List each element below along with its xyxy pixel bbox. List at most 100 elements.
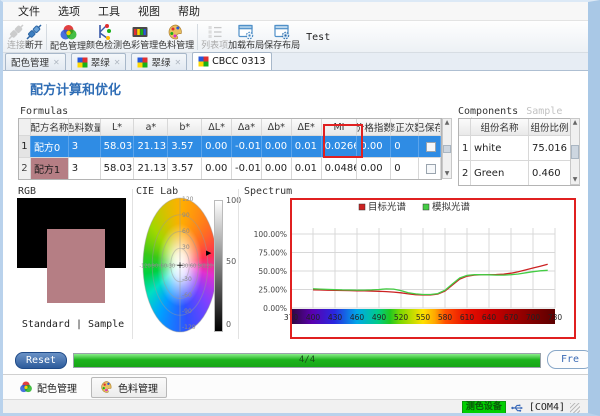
toolbar-button-label: 配色管理 bbox=[50, 42, 86, 52]
plug-gray-icon bbox=[7, 23, 25, 41]
tab-翠绿[interactable]: 翠绿✕ bbox=[131, 53, 187, 70]
tab-close-icon[interactable]: ✕ bbox=[174, 58, 181, 67]
cell: 配方1 bbox=[31, 158, 69, 179]
toolbar-button-配色管理[interactable]: 配色管理 bbox=[50, 22, 86, 52]
save-layout-icon bbox=[273, 23, 291, 41]
svg-text:120: 120 bbox=[203, 264, 213, 270]
bottom-tab-label: 配色管理 bbox=[37, 380, 77, 395]
resize-grip[interactable] bbox=[570, 403, 580, 413]
table-row[interactable]: 1配方0358.0321.133.570.00-0.010.000.010.02… bbox=[19, 135, 441, 157]
scroll-down-icon[interactable]: ▼ bbox=[573, 176, 578, 184]
svg-text:60: 60 bbox=[182, 228, 190, 235]
tab-配色管理[interactable]: 配色管理✕ bbox=[5, 53, 66, 70]
toolbar-button-label: 保存布局 bbox=[264, 41, 300, 51]
cell: 3 bbox=[69, 136, 101, 157]
toolbar-button-加载布局[interactable]: 加载布局 bbox=[228, 22, 264, 52]
plug-blue-icon bbox=[25, 23, 43, 41]
svg-text:490: 490 bbox=[372, 313, 387, 322]
palette-icon bbox=[100, 380, 114, 394]
toolbar-button-保存布局[interactable]: 保存布局 bbox=[264, 22, 300, 52]
scroll-down-icon[interactable]: ▼ bbox=[445, 170, 450, 178]
formulas-scrollbar[interactable]: ▲▼ bbox=[442, 118, 452, 179]
saved-checkbox[interactable] bbox=[426, 164, 436, 174]
svg-text:-90: -90 bbox=[150, 264, 158, 270]
lightness-label-0: 0 bbox=[226, 320, 231, 329]
svg-text:-60: -60 bbox=[159, 264, 167, 270]
progress-text: 4/4 bbox=[74, 355, 540, 365]
components-scrollbar[interactable]: ▲▼ bbox=[570, 118, 580, 185]
column-header-配方名称[interactable]: 配方名称 bbox=[31, 119, 69, 135]
svg-text:730: 730 bbox=[548, 313, 563, 322]
saved-checkbox[interactable] bbox=[426, 142, 436, 152]
toolbar-button-Test[interactable]: Test bbox=[300, 32, 336, 43]
fre-button[interactable]: Fre bbox=[547, 350, 593, 369]
reset-button[interactable]: Reset bbox=[15, 352, 67, 369]
svg-text:25.00%: 25.00% bbox=[258, 286, 287, 295]
svg-text:670: 670 bbox=[504, 313, 519, 322]
component-row[interactable]: 1white75.016 bbox=[459, 135, 579, 160]
toolbar-button-label: 色料管理 bbox=[158, 41, 194, 51]
menu-item-帮助[interactable]: 帮助 bbox=[169, 1, 209, 21]
scroll-up-icon[interactable]: ▲ bbox=[445, 119, 450, 127]
menu-item-选项[interactable]: 选项 bbox=[49, 1, 89, 21]
svg-text:75.00%: 75.00% bbox=[258, 249, 287, 258]
components-tab-label[interactable]: Components bbox=[458, 106, 518, 117]
menu-item-工具[interactable]: 工具 bbox=[89, 1, 129, 21]
rgb-venn-icon bbox=[19, 380, 33, 394]
bottom-tab-色料管理[interactable]: 色料管理 bbox=[91, 377, 167, 398]
column-header-修正次数[interactable]: 修正次数 bbox=[391, 119, 419, 135]
column-header-a*[interactable]: a* bbox=[134, 119, 168, 135]
color-detect-icon bbox=[95, 23, 113, 41]
tab-翠绿[interactable]: 翠绿✕ bbox=[71, 53, 127, 70]
svg-text:模拟光谱: 模拟光谱 bbox=[432, 201, 471, 213]
column-header-MI[interactable]: MI bbox=[322, 119, 358, 135]
column-header-价格指数[interactable]: 价格指数 bbox=[357, 119, 391, 135]
cell: -0.01 bbox=[232, 136, 262, 157]
column-header-色料数量[interactable]: 色料数量 bbox=[69, 119, 101, 135]
menu-item-视图[interactable]: 视图 bbox=[129, 1, 169, 21]
formulas-table[interactable]: 配方名称色料数量L*a*b*ΔL*Δa*Δb*ΔE*MI价格指数修正次数已保存1… bbox=[18, 118, 442, 180]
scroll-thumb[interactable] bbox=[443, 145, 451, 153]
toolbar-button-连接: 连接 bbox=[7, 22, 25, 52]
column-header-b*[interactable]: b* bbox=[168, 119, 202, 135]
column-header-ΔE*[interactable]: ΔE* bbox=[292, 119, 322, 135]
lightness-marker-icon[interactable]: ▶ bbox=[206, 249, 211, 257]
document-tab-bar: 配色管理✕ 翠绿✕翠绿✕ CBCC 0313 bbox=[3, 53, 588, 71]
column-header-L*[interactable]: L* bbox=[101, 119, 135, 135]
toolbar-button-色彩管理[interactable]: 色彩管理 bbox=[122, 22, 158, 52]
svg-text:700: 700 bbox=[526, 313, 541, 322]
cell: 3.57 bbox=[168, 136, 202, 157]
tab-close-icon[interactable]: ✕ bbox=[114, 58, 121, 67]
toolbar-separator bbox=[46, 24, 47, 50]
component-row[interactable]: 2Green0.460 bbox=[459, 160, 579, 185]
svg-text:610: 610 bbox=[460, 313, 475, 322]
cell: 0.00 bbox=[262, 136, 292, 157]
toolbar-button-颜色检测[interactable]: 颜色检测 bbox=[86, 22, 122, 52]
toolbar-button-列表项: 列表项 bbox=[201, 22, 228, 52]
toolbar-button-断开[interactable]: 断开 bbox=[25, 22, 43, 52]
menu-item-文件[interactable]: 文件 bbox=[9, 1, 49, 21]
column-header-组份名称[interactable]: 组份名称 bbox=[471, 119, 529, 135]
svg-text:50.00%: 50.00% bbox=[258, 267, 287, 276]
toolbar: 连接断开配色管理颜色检测色彩管理色料管理列表项加载布局保存布局Test bbox=[3, 21, 588, 53]
scroll-thumb[interactable] bbox=[571, 145, 579, 159]
column-header-Δa*[interactable]: Δa* bbox=[232, 119, 262, 135]
page-title: 配方计算和优化 bbox=[30, 79, 121, 98]
scroll-up-icon[interactable]: ▲ bbox=[573, 119, 578, 127]
column-header-已保存[interactable]: 已保存 bbox=[419, 119, 441, 135]
bottom-tab-配色管理[interactable]: 配色管理 bbox=[11, 377, 85, 398]
toolbar-button-色料管理[interactable]: 色料管理 bbox=[158, 22, 194, 52]
formulas-header-row: 配方名称色料数量L*a*b*ΔL*Δa*Δb*ΔE*MI价格指数修正次数已保存 bbox=[19, 119, 441, 135]
tab-close-icon[interactable]: ✕ bbox=[53, 58, 60, 67]
svg-text:0.00%: 0.00% bbox=[263, 304, 287, 313]
app-window: 文件选项工具视图帮助 连接断开配色管理颜色检测色彩管理色料管理列表项加载布局保存… bbox=[0, 0, 600, 416]
components-table[interactable]: 组份名称组份比例1white75.0162Green0.460 bbox=[458, 118, 580, 186]
rgb-venn-icon bbox=[59, 23, 78, 42]
tab-CBCC 0313[interactable]: CBCC 0313 bbox=[192, 52, 271, 70]
column-header-Δb*[interactable]: Δb* bbox=[262, 119, 292, 135]
column-header-ΔL*[interactable]: ΔL* bbox=[202, 119, 232, 135]
cell: 3 bbox=[69, 158, 101, 179]
table-row[interactable]: 2配方1358.0321.133.570.00-0.010.000.010.04… bbox=[19, 157, 441, 179]
column-header-组份比例[interactable]: 组份比例 bbox=[529, 119, 571, 135]
cell: 3.57 bbox=[168, 158, 202, 179]
